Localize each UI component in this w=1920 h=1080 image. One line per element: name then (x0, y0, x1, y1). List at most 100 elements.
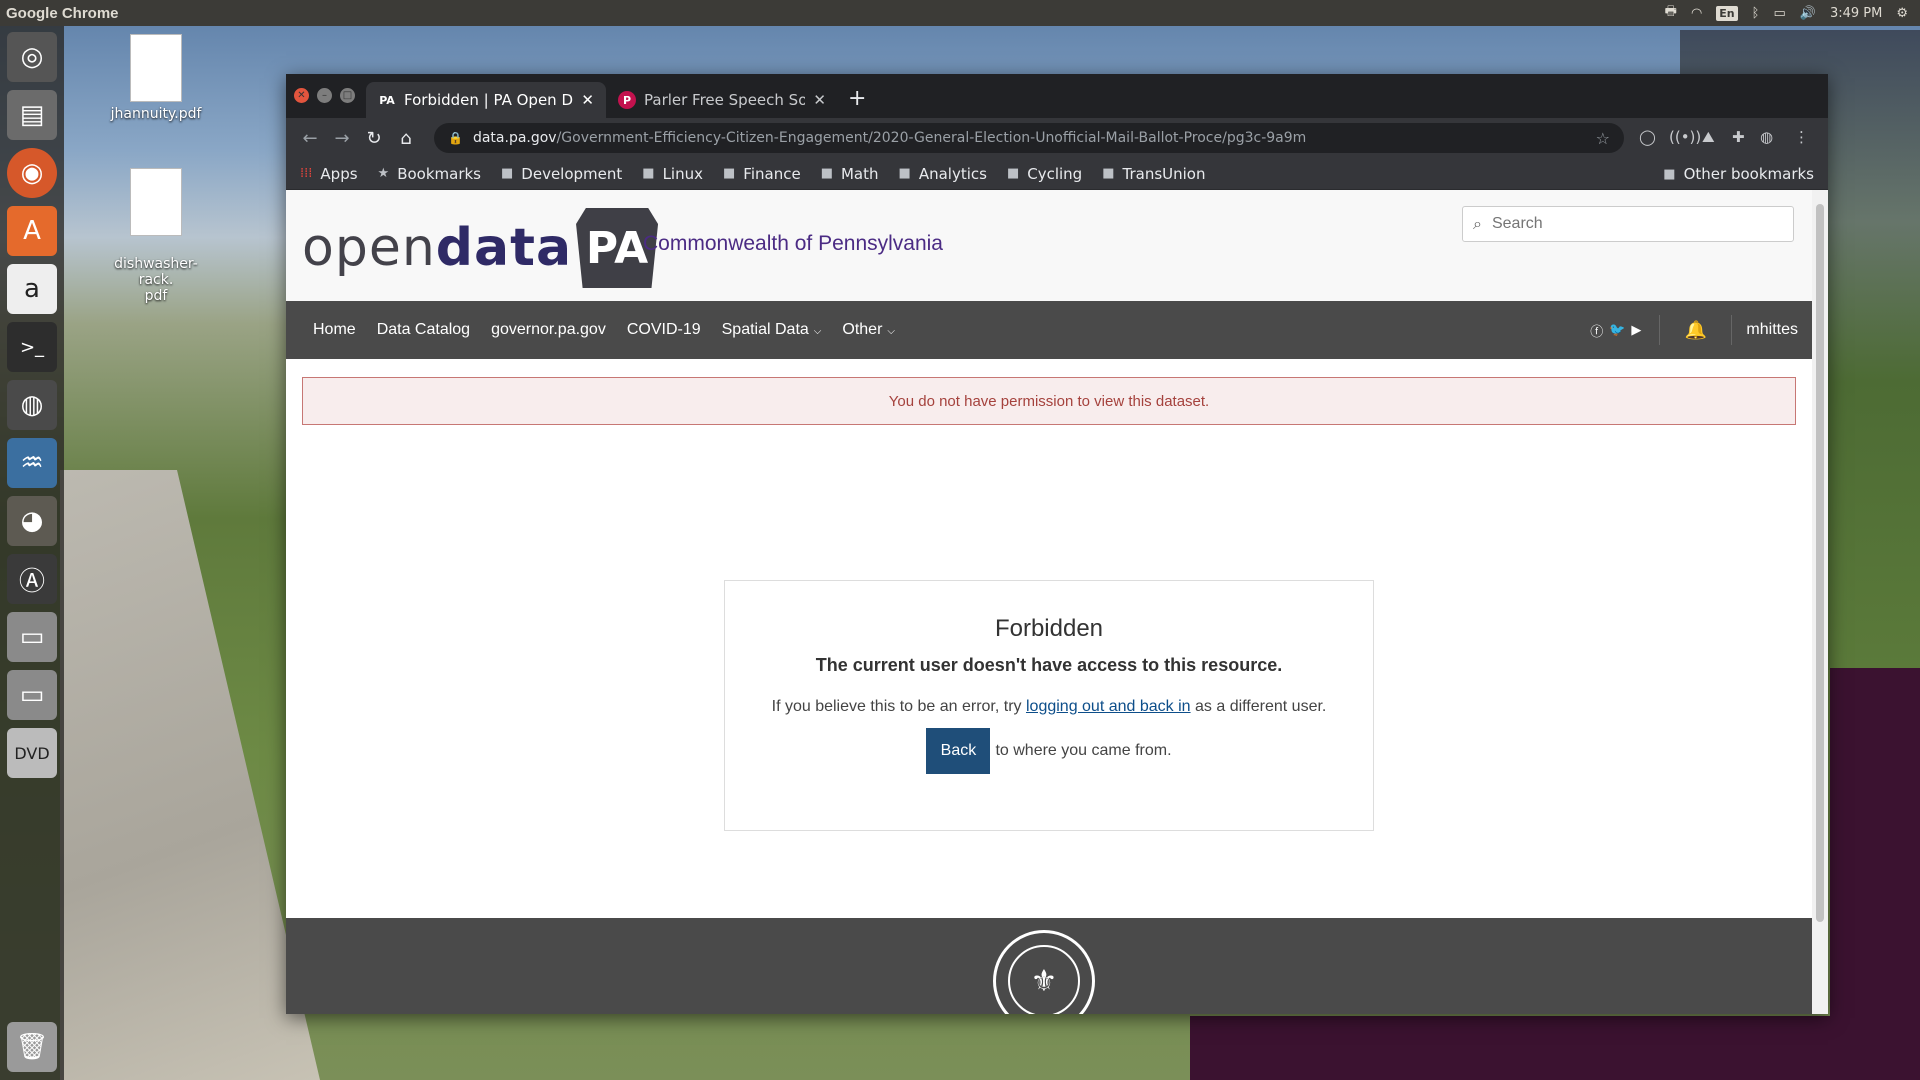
extension-broadcast-icon[interactable]: ((•)) (1669, 128, 1701, 146)
bookmark-star-icon[interactable]: ☆ (1596, 129, 1610, 148)
bookmark-linux[interactable]: ■ Linux (642, 165, 703, 183)
tab-parler[interactable]: P Parler Free Speech Social ✕ (606, 82, 838, 118)
updater-icon[interactable]: Ⓐ (7, 554, 57, 604)
facebook-icon[interactable]: ⓕ (1590, 321, 1603, 340)
bookmark-label: Other bookmarks (1683, 165, 1814, 183)
apps-grid-icon: ⁞⁞⁞ (300, 166, 313, 181)
nav-covid[interactable]: COVID-19 (627, 321, 701, 339)
back-arrow-icon[interactable]: ← (294, 128, 326, 149)
volume-icon[interactable]: 🔊 (1800, 6, 1816, 21)
files-icon[interactable]: ▤ (7, 90, 57, 140)
maximize-window-icon[interactable]: □ (340, 88, 355, 103)
desktop-file-label: dishwasher-rack. pdf (114, 256, 198, 304)
notification-bell-icon[interactable]: 🔔 (1660, 315, 1733, 345)
bookmark-apps[interactable]: ⁞⁞⁞ Apps (300, 165, 358, 183)
gear-icon[interactable]: ⚙ (1896, 6, 1908, 21)
tab-strip: ✕ – □ PA Forbidden | PA Open Data ✕ P Pa… (286, 74, 1828, 118)
social-links: ⓕ 🐦 ▶ (1590, 315, 1661, 345)
nav-home[interactable]: Home (313, 321, 356, 339)
bookmark-cycling[interactable]: ■ Cycling (1007, 165, 1082, 183)
bookmark-analytics[interactable]: ■ Analytics (899, 165, 987, 183)
close-tab-icon[interactable]: ✕ (813, 91, 826, 109)
chrome-icon[interactable]: ◍ (7, 380, 57, 430)
close-tab-icon[interactable]: ✕ (581, 91, 594, 109)
bluetooth-icon[interactable]: ᛒ (1752, 6, 1760, 21)
gimp-icon[interactable]: ◕ (7, 496, 57, 546)
keyboard-language[interactable]: En (1716, 5, 1738, 21)
extensions-puzzle-icon[interactable]: ✚ (1732, 128, 1745, 146)
python-icon[interactable]: ♒ (7, 438, 57, 488)
firefox-icon[interactable]: ◉ (7, 148, 57, 198)
site-nav-bar: Home Data Catalog governor.pa.gov COVID-… (286, 301, 1812, 359)
back-button[interactable]: Back (926, 728, 991, 774)
drive-icon[interactable]: ▭ (7, 612, 57, 662)
site-search-box[interactable]: ⌕ (1462, 206, 1794, 242)
logout-link[interactable]: logging out and back in (1026, 698, 1191, 715)
wifi-icon[interactable]: ◠ (1691, 6, 1702, 21)
bookmark-label: Analytics (918, 164, 987, 183)
bookmark-development[interactable]: ■ Development (501, 165, 622, 183)
search-icon: ⌕ (1473, 214, 1482, 233)
top-panel: Google Chrome 🖶 ◠ En ᛒ ▭ 🔊 3:49 PM ⚙ (0, 0, 1920, 26)
opendatapa-logo[interactable]: open data PA (302, 208, 659, 288)
pa-favicon-icon: PA (379, 93, 395, 107)
folder-icon: ■ (723, 166, 736, 181)
terminal-icon[interactable]: >_ (7, 322, 57, 372)
trash-icon[interactable]: 🗑 (7, 1022, 57, 1072)
new-tab-icon[interactable]: + (848, 86, 866, 111)
home-icon[interactable]: ⌂ (390, 128, 422, 149)
folder-icon: ■ (898, 166, 911, 181)
user-menu[interactable]: mhittes (1732, 321, 1812, 339)
bookmark-math[interactable]: ■ Math (821, 165, 879, 183)
forbidden-title: Forbidden (994, 615, 1104, 642)
desktop-file-jhannuity[interactable]: jhannuity.pdf (101, 34, 211, 122)
amazon-icon[interactable]: a (7, 264, 57, 314)
reload-icon[interactable]: ↻ (358, 128, 390, 149)
bookmark-bookmarks[interactable]: ★ Bookmarks (378, 165, 481, 183)
nav-data-catalog[interactable]: Data Catalog (377, 321, 470, 339)
extension-circle-icon[interactable]: ◯ (1639, 128, 1656, 146)
software-center-icon[interactable]: A (7, 206, 57, 256)
seal-emblem-icon: ⚜ (1008, 945, 1080, 1014)
search-input[interactable] (1491, 215, 1772, 233)
nav-governor[interactable]: governor.pa.gov (491, 321, 606, 339)
close-window-icon[interactable]: ✕ (294, 88, 309, 103)
battery-icon[interactable]: ▭ (1773, 6, 1785, 21)
extension-mountain-icon[interactable]: ⛰ (1702, 128, 1715, 146)
logo-data-text: data (435, 218, 573, 278)
wallpaper-panel-bottom (1190, 1016, 1920, 1080)
forbidden-card: Forbidden The current user doesn't have … (724, 580, 1374, 831)
bookmarks-bar: ⁞⁞⁞ Apps ★ Bookmarks ■ Development ■ Linux ■… (286, 158, 1828, 190)
page-viewport: open data PA Commonwealth of Pennsylvania… (286, 190, 1812, 1014)
bookmark-label: Apps (320, 164, 358, 183)
minimize-window-icon[interactable]: – (317, 88, 332, 103)
system-tray: 🖶 ◠ En ᛒ ▭ 🔊 3:49 PM ⚙ (1665, 2, 1914, 24)
menu-kebab-icon[interactable]: ⋮ (1794, 128, 1809, 146)
bookmark-finance[interactable]: ■ Finance (723, 165, 801, 183)
scrollbar-thumb[interactable] (1816, 204, 1824, 922)
twitter-icon[interactable]: 🐦 (1609, 322, 1625, 338)
lock-icon[interactable]: 🔒 (448, 131, 463, 145)
desktop-file-dishwasher[interactable]: dishwasher-rack. pdf (101, 152, 211, 320)
forward-arrow-icon[interactable]: → (326, 128, 358, 149)
tab-title: Parler Free Speech Social (644, 91, 806, 109)
url-host: data.pa.gov (472, 130, 557, 146)
bookmark-label: Bookmarks (397, 164, 481, 183)
dvd-icon[interactable]: DVD (7, 728, 57, 778)
drive-icon-2[interactable]: ▭ (7, 670, 57, 720)
profile-avatar-icon[interactable]: ◍ (1760, 128, 1773, 146)
nav-spatial-data[interactable]: Spatial Data ⌵ (722, 321, 822, 339)
dash-icon[interactable]: ◎ (7, 32, 57, 82)
page-scrollbar[interactable] (1812, 190, 1828, 1014)
other-bookmarks[interactable]: ■ Other bookmarks (1663, 165, 1814, 183)
star-icon: ★ (377, 166, 390, 181)
address-bar[interactable]: 🔒 data.pa.gov/Government-Efficiency-Citi… (434, 123, 1624, 153)
site-tagline[interactable]: Commonwealth of Pennsylvania (643, 232, 943, 256)
youtube-icon[interactable]: ▶ (1631, 322, 1641, 338)
message-text: as a different user. (1190, 698, 1327, 715)
bookmark-transunion[interactable]: ■ TransUnion (1102, 165, 1205, 183)
printer-icon[interactable]: 🖶 (1665, 2, 1677, 24)
nav-other[interactable]: Other ⌵ (842, 321, 895, 339)
clock[interactable]: 3:49 PM (1830, 6, 1882, 21)
tab-forbidden[interactable]: PA Forbidden | PA Open Data ✕ (366, 82, 606, 118)
